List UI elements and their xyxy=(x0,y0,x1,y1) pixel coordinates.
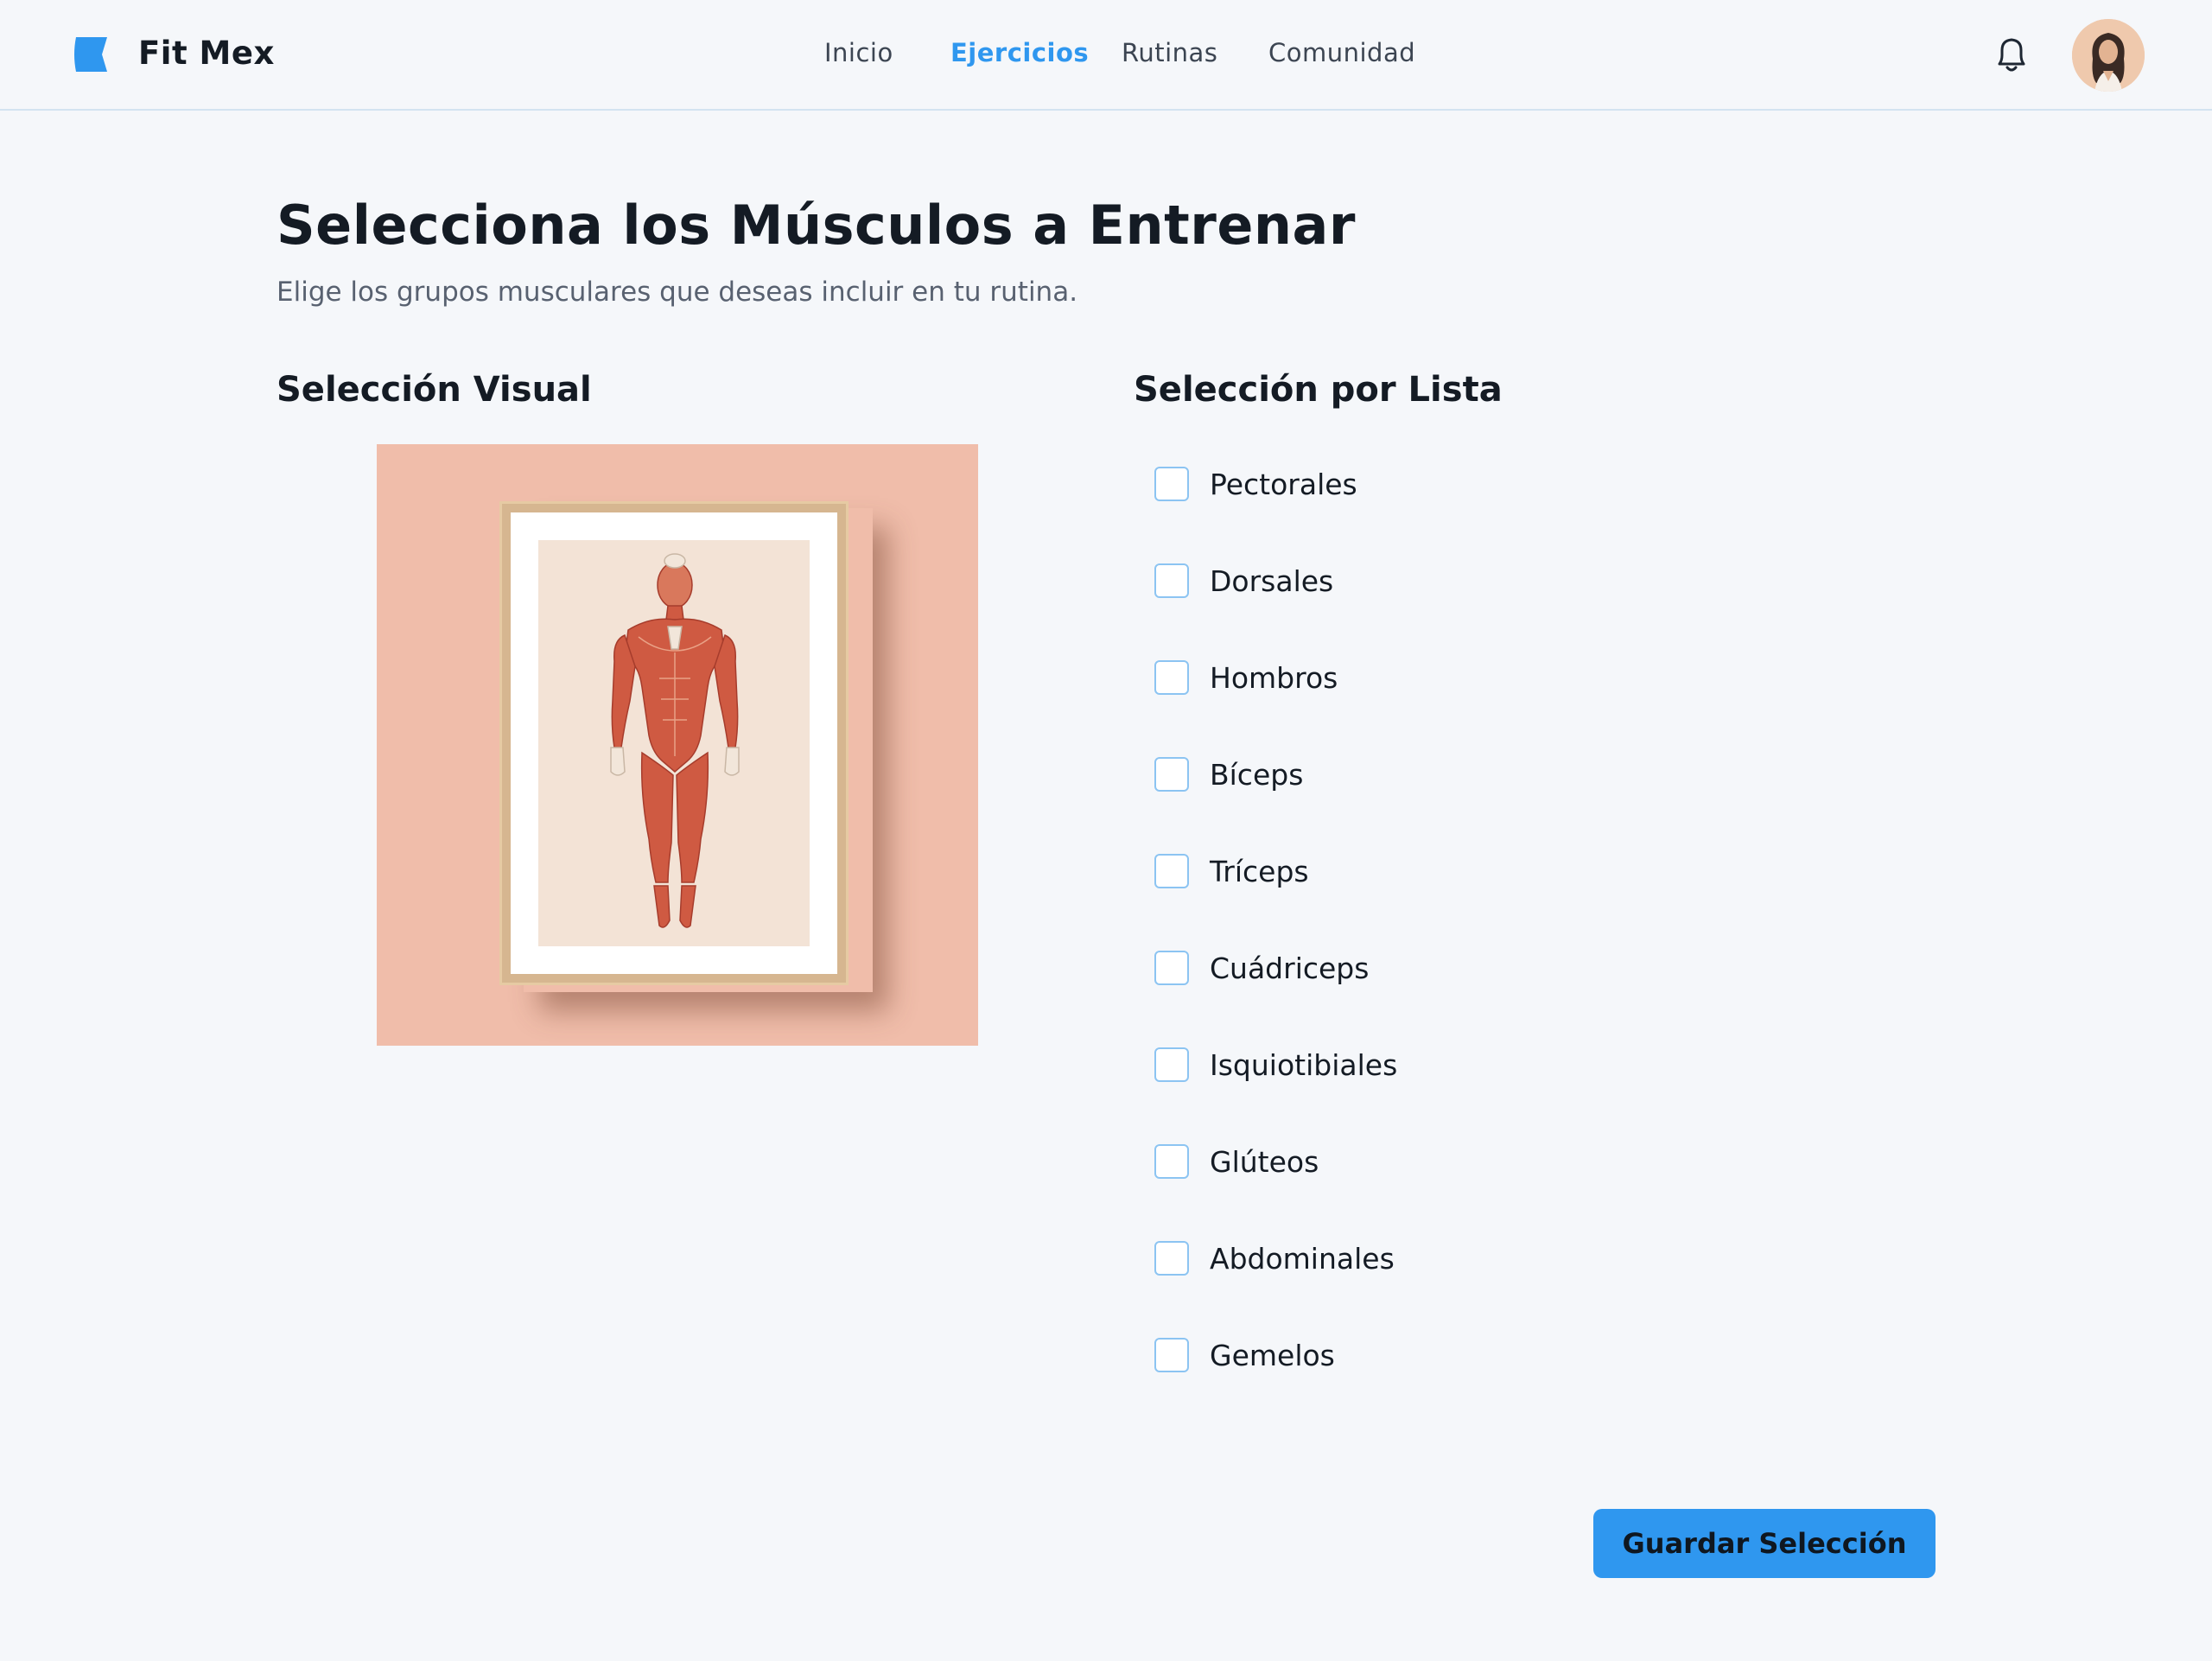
muscle-option-gluteos[interactable]: Glúteos xyxy=(1154,1142,1604,1181)
muscle-option-hombros[interactable]: Hombros xyxy=(1154,659,1604,697)
top-navigation-bar: Fit Mex Inicio Ejercicios Rutinas Comuni… xyxy=(0,0,2212,111)
muscle-label: Dorsales xyxy=(1210,564,1334,598)
nav-rutinas[interactable]: Rutinas xyxy=(1122,38,1217,67)
user-avatar[interactable] xyxy=(2072,19,2145,92)
anatomy-poster-frame xyxy=(499,501,849,985)
checkbox-cuadriceps[interactable] xyxy=(1154,951,1189,985)
checkbox-biceps[interactable] xyxy=(1154,757,1189,792)
checkbox-gemelos[interactable] xyxy=(1154,1338,1189,1372)
checkbox-triceps[interactable] xyxy=(1154,854,1189,888)
muscle-label: Pectorales xyxy=(1210,468,1357,501)
nav-ejercicios[interactable]: Ejercicios xyxy=(950,38,1089,67)
human-anatomy-figure-icon[interactable] xyxy=(538,540,811,948)
muscle-label: Tríceps xyxy=(1210,855,1309,888)
muscle-option-biceps[interactable]: Bíceps xyxy=(1154,755,1604,793)
fit-mex-logo-icon[interactable] xyxy=(71,37,107,72)
muscle-label: Bíceps xyxy=(1210,758,1304,792)
anatomy-print xyxy=(538,540,810,946)
checkbox-dorsales[interactable] xyxy=(1154,563,1189,598)
list-selection-title: Selección por Lista xyxy=(1134,370,1503,410)
checkbox-abdominales[interactable] xyxy=(1154,1241,1189,1276)
muscle-option-triceps[interactable]: Tríceps xyxy=(1154,852,1604,890)
brand-name[interactable]: Fit Mex xyxy=(138,35,275,72)
muscle-option-dorsales[interactable]: Dorsales xyxy=(1154,562,1604,600)
muscle-label: Hombros xyxy=(1210,661,1338,695)
muscle-label: Gemelos xyxy=(1210,1339,1335,1372)
muscle-option-pectorales[interactable]: Pectorales xyxy=(1154,465,1604,503)
muscle-label: Abdominales xyxy=(1210,1242,1395,1276)
muscle-label: Cuádriceps xyxy=(1210,951,1370,985)
muscle-option-isquiotibiales[interactable]: Isquiotibiales xyxy=(1154,1046,1604,1084)
checkbox-isquiotibiales[interactable] xyxy=(1154,1047,1189,1082)
visual-selection-title: Selección Visual xyxy=(276,370,592,410)
poster-mat xyxy=(511,512,837,974)
checkbox-pectorales[interactable] xyxy=(1154,467,1189,501)
page-title: Selecciona los Músculos a Entrenar xyxy=(276,194,1356,257)
muscle-label: Isquiotibiales xyxy=(1210,1048,1398,1082)
avatar-portrait-icon xyxy=(2072,19,2145,92)
muscle-option-gemelos[interactable]: Gemelos xyxy=(1154,1336,1604,1374)
checkbox-gluteos[interactable] xyxy=(1154,1144,1189,1179)
muscle-option-abdominales[interactable]: Abdominales xyxy=(1154,1239,1604,1277)
nav-comunidad[interactable]: Comunidad xyxy=(1268,38,1415,67)
save-selection-button[interactable]: Guardar Selección xyxy=(1593,1509,1936,1578)
page-subtitle: Elige los grupos musculares que deseas i… xyxy=(276,277,1078,308)
muscle-label: Glúteos xyxy=(1210,1145,1319,1179)
checkbox-hombros[interactable] xyxy=(1154,660,1189,695)
bell-icon[interactable] xyxy=(1993,35,2031,76)
nav-inicio[interactable]: Inicio xyxy=(824,38,893,67)
muscle-visual-selector[interactable] xyxy=(377,444,978,1046)
muscle-option-cuadriceps[interactable]: Cuádriceps xyxy=(1154,949,1604,987)
